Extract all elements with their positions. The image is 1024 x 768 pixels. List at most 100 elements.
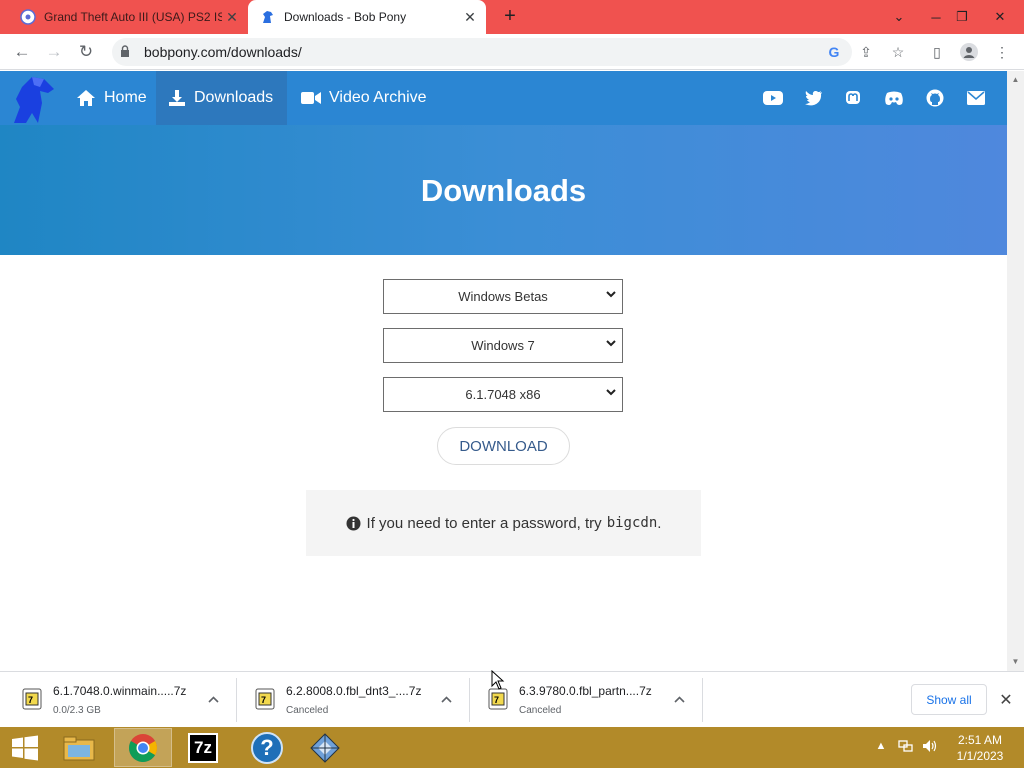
7z-file-icon: 7 <box>255 688 275 710</box>
chevron-down-icon <box>606 339 616 350</box>
download-filename: 6.2.8008.0.fbl_dnt3_....7z <box>286 684 422 698</box>
url-text: bobpony.com/downloads/ <box>144 44 302 60</box>
taskbar-clock[interactable]: 2:51 AM 1/1/2023 <box>948 732 1012 764</box>
chrome-taskbar-button[interactable] <box>114 728 172 767</box>
nav-downloads-label: Downloads <box>194 89 274 106</box>
download-button[interactable]: DOWNLOAD <box>437 427 570 465</box>
nav-home-label: Home <box>104 89 147 106</box>
download-item[interactable]: 7 6.1.7048.0.winmain.....7z 0.0/2.3 GB <box>4 678 237 722</box>
download-filename: 6.3.9780.0.fbl_partn....7z <box>519 684 652 698</box>
show-all-button[interactable]: Show all <box>911 684 987 715</box>
tab-downloads[interactable]: Downloads - Bob Pony ✕ <box>248 0 486 34</box>
build-select[interactable]: 6.1.7048 x86 <box>383 377 623 412</box>
app-taskbar-button[interactable] <box>296 728 354 767</box>
os-select-value: Windows 7 <box>471 338 535 353</box>
discord-icon[interactable] <box>883 87 905 109</box>
new-tab-button[interactable]: + <box>500 6 520 26</box>
scroll-down-arrow-icon[interactable]: ▼ <box>1007 655 1024 669</box>
nav-video-archive[interactable]: Video Archive <box>289 71 439 125</box>
clock-date: 1/1/2023 <box>956 749 1004 763</box>
chevron-down-icon <box>606 290 616 301</box>
close-icon[interactable]: ✕ <box>996 690 1016 710</box>
chevron-up-icon[interactable] <box>674 692 685 706</box>
bob-pony-logo[interactable] <box>10 73 60 125</box>
share-icon[interactable]: ⇪ <box>856 42 876 62</box>
disc-icon <box>20 9 36 25</box>
pony-logo-icon <box>263 11 273 23</box>
email-icon[interactable] <box>965 87 987 109</box>
build-select-value: 6.1.7048 x86 <box>465 387 541 402</box>
site-navbar: Home Downloads Video Archive <box>0 71 1007 125</box>
lock-icon <box>120 44 134 60</box>
mouse-cursor-icon <box>491 670 505 690</box>
7zip-icon-label: 7z <box>194 737 212 757</box>
download-item[interactable]: 7 6.2.8008.0.fbl_dnt3_....7z Canceled <box>237 678 470 722</box>
page-scrollbar[interactable]: ▲ ▼ <box>1007 71 1024 671</box>
chevron-up-icon[interactable] <box>441 692 452 706</box>
divider <box>702 678 703 722</box>
info-icon <box>346 516 361 531</box>
start-button[interactable] <box>0 728 50 767</box>
notice-text: If you need to enter a password, try <box>366 514 602 532</box>
7zip-icon: 7z <box>188 732 218 763</box>
close-tab-icon[interactable]: ✕ <box>460 9 480 26</box>
category-select[interactable]: Windows Betas <box>383 279 623 314</box>
notice-password: bigcdn <box>606 515 658 531</box>
chevron-up-icon[interactable] <box>208 692 219 706</box>
7zip-taskbar-button[interactable]: 7z <box>174 728 232 767</box>
nav-downloads[interactable]: Downloads <box>156 71 287 125</box>
file-explorer-button[interactable] <box>50 728 108 767</box>
network-tray-icon[interactable] <box>897 737 915 755</box>
tab-strip: Grand Theft Auto III (USA) PS2 IS ✕ Down… <box>0 0 1024 34</box>
download-filename: 6.1.7048.0.winmain.....7z <box>53 684 187 698</box>
download-shelf: 7 6.1.7048.0.winmain.....7z 0.0/2.3 GB 7… <box>0 671 1024 727</box>
google-icon[interactable]: G <box>824 42 844 62</box>
reload-button[interactable]: ↻ <box>74 41 98 63</box>
tab-gta3[interactable]: Grand Theft Auto III (USA) PS2 IS ✕ <box>8 0 248 34</box>
network-app-icon <box>310 732 340 763</box>
profile-avatar-icon[interactable] <box>959 42 979 62</box>
folder-icon <box>63 736 95 760</box>
github-icon[interactable] <box>924 87 946 109</box>
tab-search-icon[interactable]: ⌄ <box>883 0 915 34</box>
download-status: Canceled <box>286 705 329 716</box>
forward-button[interactable]: → <box>42 41 66 63</box>
browser-toolbar: ← → ↻ bobpony.com/downloads/ G ⇪ ☆ ▯ ⋮ <box>0 34 1024 70</box>
windows-logo-icon <box>12 735 38 760</box>
twitter-icon[interactable] <box>803 87 825 109</box>
svg-text:7: 7 <box>261 695 266 705</box>
download-status: 0.0/2.3 GB <box>53 705 101 716</box>
menu-icon[interactable]: ⋮ <box>992 42 1012 62</box>
close-tab-icon[interactable]: ✕ <box>222 9 242 26</box>
back-button[interactable]: ← <box>10 41 34 63</box>
download-status: Canceled <box>519 705 562 716</box>
7z-file-icon: 7 <box>488 688 508 710</box>
mastodon-icon[interactable] <box>842 87 864 109</box>
restore-button[interactable]: ❐ <box>946 0 978 34</box>
windows-taskbar: 7z ? ▲ 2:51 AM 1/1/2023 <box>0 727 1024 768</box>
volume-icon[interactable] <box>921 737 939 755</box>
nav-video-label: Video Archive <box>329 89 427 106</box>
chrome-icon <box>129 733 157 762</box>
notice-period: . <box>657 514 662 532</box>
help-icon: ? <box>251 731 283 764</box>
bookmark-star-icon[interactable]: ☆ <box>888 42 908 62</box>
7z-file-icon: 7 <box>22 688 42 710</box>
scroll-up-arrow-icon[interactable]: ▲ <box>1007 73 1024 87</box>
tray-expand-icon[interactable]: ▲ <box>872 737 890 755</box>
nav-home[interactable]: Home <box>64 71 159 125</box>
help-taskbar-button[interactable]: ? <box>238 728 296 767</box>
svg-text:7: 7 <box>494 695 499 705</box>
tab-title: Downloads - Bob Pony <box>284 10 407 24</box>
youtube-icon[interactable] <box>762 87 784 109</box>
chevron-down-icon <box>606 388 616 399</box>
tab-title: Grand Theft Auto III (USA) PS2 IS <box>44 10 222 24</box>
download-icon <box>168 89 186 107</box>
os-select[interactable]: Windows 7 <box>383 328 623 363</box>
side-panel-icon[interactable]: ▯ <box>927 42 947 62</box>
page-title: Downloads <box>420 173 587 208</box>
address-bar[interactable]: bobpony.com/downloads/ <box>112 38 852 66</box>
svg-text:7: 7 <box>28 695 33 705</box>
close-window-button[interactable]: ✕ <box>984 0 1016 34</box>
clock-time: 2:51 AM <box>957 733 1003 747</box>
